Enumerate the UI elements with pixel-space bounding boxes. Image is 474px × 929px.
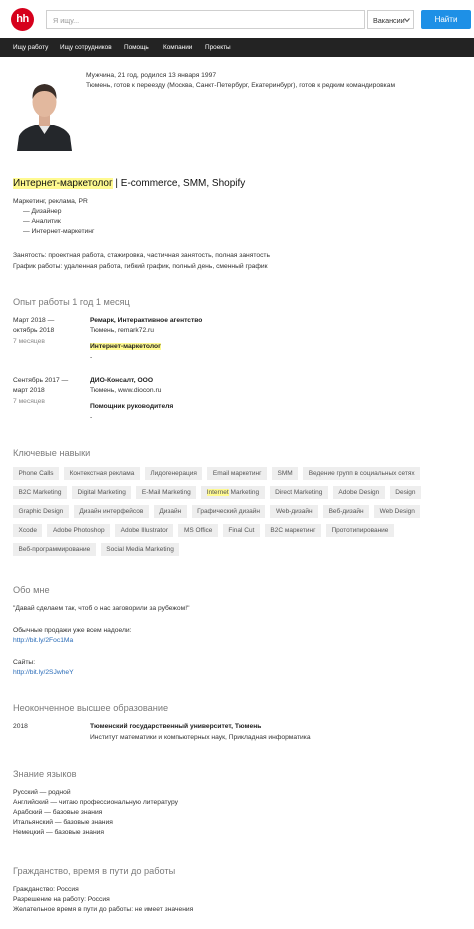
job-period-start: Сентябрь 2017 —	[13, 377, 69, 384]
skills-row: Phone Calls Контекстная реклама Лидогенера…	[13, 467, 463, 480]
skill-tag: Graphic Design	[13, 505, 69, 518]
job-note: -	[90, 414, 93, 421]
skill-tag: Internet Marketing	[201, 486, 265, 499]
skill-tag: Design	[389, 486, 421, 499]
education-institution: Тюменский государственный университет, Т…	[90, 723, 262, 730]
nav-item-find-job[interactable]: Ищу работу	[13, 44, 48, 51]
skill-tag: MS Office	[178, 524, 218, 537]
skill-tag: Direct Marketing	[269, 486, 328, 499]
skill-tag: Web Design	[374, 505, 421, 518]
search-placeholder: Я ищу...	[53, 16, 80, 25]
skill-tag: B2C маркетинг	[264, 524, 321, 537]
skills-row: Graphic Design Дизайн интерфейсов Дизайн Гр…	[13, 505, 463, 518]
profile-photo	[13, 72, 76, 151]
skill-tag: Веб-программирование	[13, 543, 96, 556]
job-company[interactable]: ДИО-Консалт, ООО	[90, 377, 153, 384]
skill-tag: Final Cut	[222, 524, 260, 537]
skills-heading: Ключевые навыки	[13, 448, 91, 458]
about-heading: Обо мне	[13, 585, 50, 595]
title-highlight: Интернет-маркетолог	[13, 178, 113, 189]
language-item: Русский — родной	[13, 789, 71, 796]
job-company[interactable]: Ремарк, Интерактивное агентство	[90, 317, 202, 324]
experience-heading: Опыт работы 1 год 1 месяц	[13, 297, 130, 307]
language-item: Немецкий — базовые знания	[13, 829, 104, 836]
skill-tag: Дизайн интерфейсов	[73, 505, 149, 518]
about-quote: "Давай сделаем так, чтоб о нас заговорил…	[13, 605, 190, 612]
education-faculty: Институт математики и компьютерных наук,…	[90, 734, 311, 741]
skills-row: Xcode Adobe Photoshop Adobe Illustrator MS …	[13, 524, 463, 537]
employment: Занятость: проектная работа, стажировка,…	[13, 252, 270, 259]
top-bar: hh Я ищу... Вакансии Найти	[0, 0, 474, 38]
nav-item-companies[interactable]: Компании	[163, 44, 192, 51]
skill-tag: Дизайн	[153, 505, 187, 518]
sites-link[interactable]: http://bit.ly/2SJwheY	[13, 669, 74, 676]
specialization: — Аналитик	[23, 218, 61, 225]
category-select[interactable]: Вакансии	[367, 10, 414, 29]
chevron-down-icon	[404, 18, 410, 23]
skill-tag: Email маркетинг	[207, 467, 268, 480]
skills-row: B2C Marketing Digital Marketing E-Mail Mar…	[13, 486, 463, 499]
skill-tag: E-Mail Marketing	[136, 486, 197, 499]
search-input[interactable]: Я ищу...	[46, 10, 365, 29]
job-period-start: Март 2018 —	[13, 317, 55, 324]
sites-label: Сайты:	[13, 659, 36, 666]
hh-logo[interactable]: hh	[11, 8, 34, 31]
language-item: Арабский — базовые знания	[13, 809, 103, 816]
job-details: Тюмень, www.diocon.ru	[90, 387, 162, 394]
nav-item-help[interactable]: Помощь	[124, 44, 149, 51]
citizenship-heading: Гражданство, время в пути до работы	[13, 866, 176, 876]
skill-tag: Adobe Photoshop	[47, 524, 111, 537]
job-role: Интернет-маркетолог	[90, 343, 161, 350]
citizenship-item: Разрешение на работу: Россия	[13, 896, 110, 903]
job-note: -	[90, 354, 93, 361]
find-button[interactable]: Найти	[421, 10, 471, 29]
resume-title: Интернет-маркетолог | E-commerce, SMM, S…	[13, 178, 245, 189]
title-rest: | E-commerce, SMM, Shopify	[112, 178, 246, 189]
citizenship-item: Гражданство: Россия	[13, 886, 79, 893]
education-year: 2018	[13, 723, 28, 730]
skill-tag: Adobe Illustrator	[115, 524, 174, 537]
job-period-end: март 2018	[13, 387, 45, 394]
skill-tag: Ведение групп в социальных сетях	[303, 467, 421, 480]
job-period-end: октябрь 2018	[13, 327, 55, 334]
profile-location: Тюмень, готов к переезду (Москва, Санкт-…	[86, 82, 396, 89]
skill-tag: Графический дизайн	[191, 505, 266, 518]
education-heading: Неоконченное высшее образование	[13, 703, 169, 713]
skill-tag: Web-дизайн	[270, 505, 319, 518]
language-item: Английский — читаю профессиональную лите…	[13, 799, 178, 806]
skills-row: Веб-программирование Social Media Marketi…	[13, 543, 463, 556]
skill-tag: Xcode	[13, 524, 43, 537]
languages-heading: Знание языков	[13, 769, 77, 779]
nav-item-projects[interactable]: Проекты	[205, 44, 231, 51]
skill-tag: Лидогенерация	[144, 467, 203, 480]
language-item: Итальянский — базовые знания	[13, 819, 113, 826]
nav-item-find-employees[interactable]: Ищу сотрудников	[60, 44, 112, 51]
field: Маркетинг, реклама, PR	[13, 198, 88, 205]
main-nav: Ищу работу Ищу сотрудников Помощь Компан…	[0, 38, 474, 57]
skills-list: Phone Calls Контекстная реклама Лидогенера…	[13, 467, 463, 562]
job-duration: 7 месяцев	[13, 338, 45, 345]
citizenship-item: Желательное время в пути до работы: не и…	[13, 906, 194, 913]
profile-meta: Мужчина, 21 год, родился 13 января 1997	[86, 72, 217, 79]
sales-label: Обычные продажи уже всем надоели:	[13, 627, 132, 634]
specialization: — Интернет-маркетинг	[23, 228, 95, 235]
sales-link[interactable]: http://bit.ly/2Foc1Ma	[13, 637, 73, 644]
skill-tag: B2C Marketing	[13, 486, 67, 499]
skill-tag: SMM	[272, 467, 299, 480]
skill-tag: Social Media Marketing	[100, 543, 180, 556]
skill-tag: Phone Calls	[13, 467, 60, 480]
skill-tag: Adobe Design	[332, 486, 385, 499]
skill-tag: Веб-дизайн	[323, 505, 370, 518]
job-role-text: Интернет-маркетолог	[90, 343, 161, 350]
schedule: График работы: удаленная работа, гибкий …	[13, 263, 268, 270]
job-details: Тюмень, remark72.ru	[90, 327, 154, 334]
job-role: Помощник руководителя	[90, 403, 174, 410]
skill-tag: Digital Marketing	[72, 486, 132, 499]
category-label: Вакансии	[373, 16, 405, 25]
skill-tag: Прототипирование	[325, 524, 394, 537]
skill-tag: Контекстная реклама	[64, 467, 140, 480]
specialization: — Дизайнер	[23, 208, 62, 215]
job-duration: 7 месяцев	[13, 398, 45, 405]
